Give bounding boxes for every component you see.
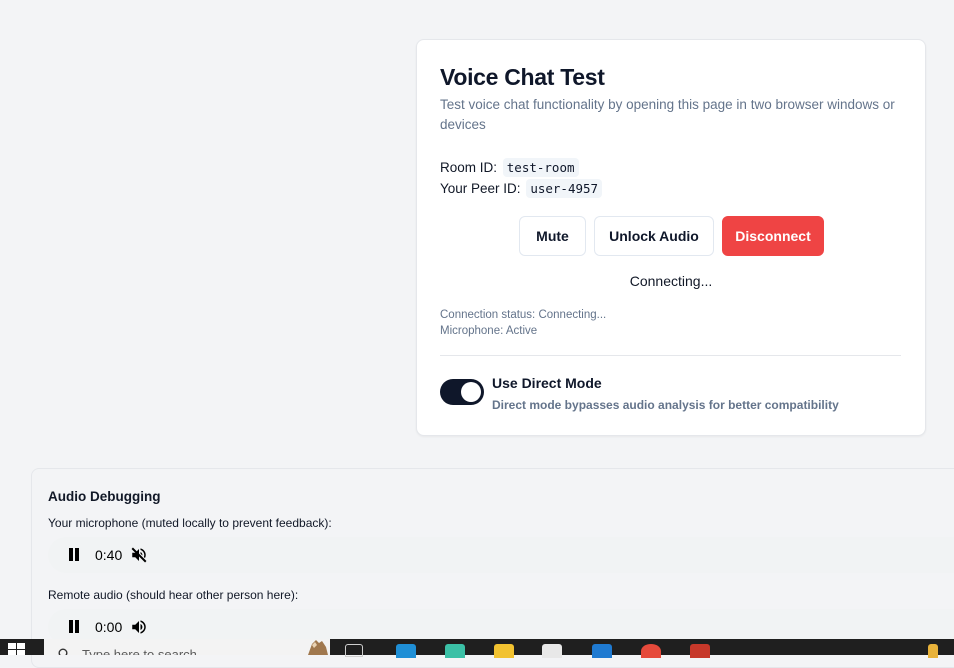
- peer-id-label: Your Peer ID:: [440, 181, 521, 196]
- direct-mode-label: Use Direct Mode: [492, 375, 602, 391]
- microphone-status-text: Microphone: Active: [440, 325, 538, 337]
- pause-icon[interactable]: [68, 548, 80, 562]
- vscode-icon[interactable]: [592, 644, 612, 658]
- microphone-audio-label: Your microphone (muted locally to preven…: [48, 516, 332, 530]
- direct-mode-description: Direct mode bypasses audio analysis for …: [492, 398, 839, 412]
- room-id-label: Room ID:: [440, 160, 498, 175]
- connection-status-text: Connection status: Connecting...: [440, 309, 607, 321]
- taskbar-search-placeholder: Type here to search: [82, 647, 197, 655]
- store-icon[interactable]: [542, 644, 562, 658]
- divider: [440, 355, 901, 356]
- playback-time: 0:00: [95, 619, 123, 635]
- connecting-status: Connecting...: [629, 273, 713, 289]
- peer-id-line: Your Peer ID: user-4957: [440, 179, 603, 198]
- unlock-audio-button[interactable]: Unlock Audio: [594, 216, 714, 256]
- volume-muted-icon[interactable]: [130, 546, 148, 564]
- audio-debugging-panel: Audio Debugging Your microphone (muted l…: [31, 468, 954, 668]
- taskbar: Type here to search: [0, 639, 954, 658]
- remote-audio-label: Remote audio (should hear other person h…: [48, 588, 299, 602]
- toggle-knob: [461, 382, 481, 402]
- edge-icon[interactable]: [396, 644, 416, 658]
- app-icon[interactable]: [690, 644, 710, 658]
- disconnect-button[interactable]: Disconnect: [722, 216, 824, 256]
- search-highlight-icon: [308, 640, 328, 655]
- browser-icon[interactable]: [445, 644, 465, 658]
- page-title: Voice Chat Test: [440, 64, 605, 90]
- taskbar-search-box[interactable]: Type here to search: [44, 639, 330, 655]
- search-icon: [58, 648, 68, 655]
- voice-chat-card: Voice Chat Test Test voice chat function…: [416, 39, 926, 436]
- room-id-line: Room ID: test-room: [440, 158, 579, 177]
- room-id-value: test-room: [502, 158, 579, 177]
- audio-debugging-title: Audio Debugging: [48, 489, 161, 504]
- chrome-icon[interactable]: [641, 644, 661, 658]
- peer-id-value: user-4957: [526, 179, 603, 198]
- playback-time: 0:40: [95, 547, 123, 563]
- direct-mode-toggle[interactable]: [440, 379, 484, 405]
- page-description: Test voice chat functionality by opening…: [440, 97, 895, 132]
- tray-app-icon[interactable]: [928, 644, 938, 658]
- volume-icon[interactable]: [130, 618, 148, 636]
- pause-icon[interactable]: [68, 620, 80, 634]
- controls-row: Mute Unlock Audio Disconnect: [417, 216, 925, 256]
- microphone-audio-player[interactable]: 0:40: [48, 537, 954, 573]
- task-view-icon[interactable]: [345, 644, 363, 657]
- windows-start-icon[interactable]: [8, 643, 26, 655]
- mute-button[interactable]: Mute: [519, 216, 586, 256]
- file-explorer-icon[interactable]: [494, 644, 514, 658]
